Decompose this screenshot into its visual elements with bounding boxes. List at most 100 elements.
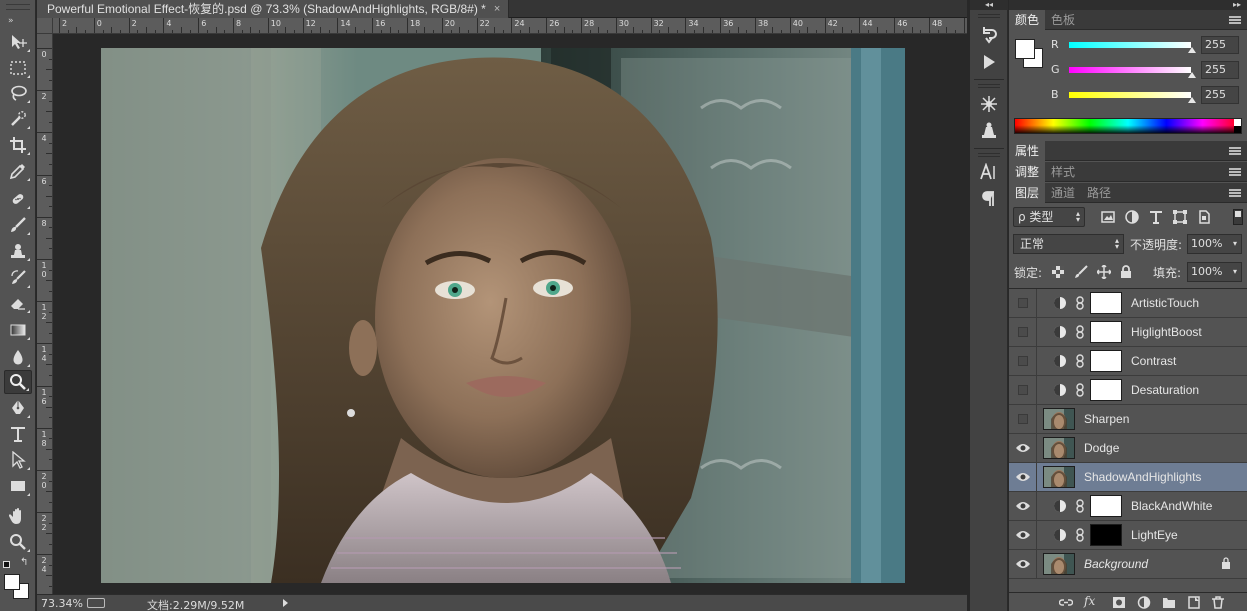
- foreground-color-swatch[interactable]: [4, 574, 20, 590]
- link-layers-icon[interactable]: [1059, 596, 1073, 609]
- hidden-visibility-toggle[interactable]: [1009, 318, 1037, 346]
- lock-all-icon[interactable]: [1119, 265, 1133, 279]
- lock-position-icon[interactable]: [1097, 265, 1111, 279]
- close-tab-icon[interactable]: ×: [494, 0, 500, 18]
- layer-row-shadowandhighlights[interactable]: ShadowAndHighlights: [1009, 463, 1247, 492]
- collapse-panels-icon[interactable]: ▸▸: [1009, 0, 1247, 10]
- paragraph-icon[interactable]: [976, 188, 1002, 210]
- path-selection-tool-icon[interactable]: [4, 448, 32, 472]
- eye-icon[interactable]: [1009, 521, 1037, 549]
- quick-selection-tool-icon[interactable]: [4, 107, 32, 131]
- slider-knob-icon[interactable]: [1188, 47, 1196, 53]
- layer-thumbnail[interactable]: [1043, 466, 1075, 488]
- hidden-visibility-toggle[interactable]: [1009, 405, 1037, 433]
- tab-swatches[interactable]: 色板: [1045, 10, 1081, 30]
- tab-paths[interactable]: 路径: [1081, 183, 1117, 203]
- dodge-tool-icon[interactable]: [4, 370, 32, 394]
- brush-presets-icon[interactable]: [976, 93, 1002, 115]
- clone-stamp-tool-icon[interactable]: [4, 239, 32, 263]
- layer-row-lighteye[interactable]: LightEye: [1009, 521, 1247, 550]
- chevron-down-icon[interactable]: ▾: [1233, 268, 1237, 276]
- lock-icon[interactable]: [1221, 557, 1231, 569]
- canvas-workspace[interactable]: [53, 34, 967, 594]
- properties-panel-menu-icon[interactable]: [1229, 147, 1241, 155]
- layers-panel-menu-icon[interactable]: [1229, 189, 1241, 197]
- character-icon[interactable]: [976, 161, 1002, 183]
- tab-adjustments[interactable]: 调整: [1009, 162, 1046, 182]
- strip-grip[interactable]: [978, 14, 1000, 18]
- layer-filter-toggle[interactable]: [1233, 209, 1243, 225]
- play-actions-icon[interactable]: [976, 51, 1002, 73]
- layer-row-higlightboost[interactable]: HiglightBoost: [1009, 318, 1247, 347]
- color-panel-menu-icon[interactable]: [1229, 16, 1241, 24]
- layer-row-contrast[interactable]: Contrast: [1009, 347, 1247, 376]
- eye-icon[interactable]: [1009, 492, 1037, 520]
- fill-field[interactable]: 100% ▾: [1187, 262, 1242, 282]
- layer-mask-thumbnail[interactable]: [1090, 495, 1122, 517]
- tab-color[interactable]: 颜色: [1009, 10, 1046, 30]
- tab-styles[interactable]: 样式: [1045, 162, 1081, 182]
- slider-knob-icon[interactable]: [1188, 97, 1196, 103]
- rectangle-tool-icon[interactable]: [4, 474, 32, 498]
- link-icon[interactable]: [1075, 383, 1085, 397]
- lasso-tool-icon[interactable]: [4, 81, 32, 105]
- crop-tool-icon[interactable]: [4, 133, 32, 157]
- layer-row-dodge[interactable]: Dodge: [1009, 434, 1247, 463]
- new-layer-icon[interactable]: [1187, 596, 1201, 609]
- tab-layers[interactable]: 图层: [1009, 183, 1046, 203]
- adjustment-layer-icon[interactable]: [1137, 596, 1151, 609]
- move-tool-icon[interactable]: [4, 30, 32, 54]
- layer-kind-filter[interactable]: ρ 类型 ▴ ▾: [1013, 207, 1085, 227]
- horizontal-ruler[interactable]: 2 0 2 4 6 8 10 12 14 16 18 20 22 24 26 28 30 32 34 36 38 40 42…: [53, 18, 967, 34]
- tab-channels[interactable]: 通道: [1045, 183, 1081, 203]
- blend-mode-select[interactable]: 正常 ▴ ▾: [1013, 234, 1124, 254]
- hidden-visibility-toggle[interactable]: [1009, 289, 1037, 317]
- adjustments-panel-menu-icon[interactable]: [1229, 168, 1241, 176]
- new-group-icon[interactable]: [1162, 596, 1176, 609]
- pixel-layer-filter-icon[interactable]: [1101, 210, 1115, 224]
- history-brush-tool-icon[interactable]: [4, 266, 32, 290]
- blur-tool-icon[interactable]: [4, 345, 32, 369]
- collapse-toolbar-icon[interactable]: »: [8, 16, 13, 26]
- opacity-field[interactable]: 100% ▾: [1187, 234, 1242, 254]
- eraser-tool-icon[interactable]: [4, 291, 32, 315]
- strip-grip[interactable]: [978, 153, 1000, 157]
- clone-source-icon[interactable]: [976, 119, 1002, 141]
- link-icon[interactable]: [1075, 499, 1085, 513]
- marquee-tool-icon[interactable]: [4, 56, 32, 80]
- chevron-down-icon[interactable]: ▾: [1233, 240, 1237, 248]
- eyedropper-tool-icon[interactable]: [4, 159, 32, 183]
- eye-icon[interactable]: [1009, 550, 1037, 578]
- channel-slider[interactable]: [1069, 67, 1191, 73]
- smart-object-filter-icon[interactable]: [1197, 210, 1211, 224]
- channel-slider[interactable]: [1069, 92, 1191, 98]
- document-tab[interactable]: Powerful Emotional Effect-恢复的.psd @ 73.3…: [37, 0, 510, 18]
- document-canvas[interactable]: [101, 48, 905, 583]
- pen-tool-icon[interactable]: [4, 396, 32, 420]
- zoom-level-field[interactable]: 73.34%: [41, 597, 83, 610]
- layer-mask-thumbnail[interactable]: [1090, 524, 1122, 546]
- layer-mask-thumbnail[interactable]: [1090, 350, 1122, 372]
- trash-icon[interactable]: [1211, 596, 1225, 609]
- default-colors-icon[interactable]: [3, 561, 10, 568]
- channel-value-field[interactable]: 255: [1201, 61, 1239, 79]
- adjustment-layer-filter-icon[interactable]: [1125, 210, 1139, 224]
- gradient-tool-icon[interactable]: [4, 318, 32, 342]
- strip-grip[interactable]: [978, 84, 1000, 88]
- eye-icon[interactable]: [1009, 463, 1037, 491]
- fx-icon[interactable]: fx: [1084, 594, 1098, 608]
- expand-strip-icon[interactable]: ◂◂: [970, 0, 1008, 10]
- layer-mask-thumbnail[interactable]: [1090, 379, 1122, 401]
- swap-colors-icon[interactable]: ↰: [20, 557, 28, 568]
- channel-value-field[interactable]: 255: [1201, 86, 1239, 104]
- slider-knob-icon[interactable]: [1188, 72, 1196, 78]
- color-spectrum-ramp[interactable]: [1014, 118, 1242, 134]
- layer-mask-thumbnail[interactable]: [1090, 321, 1122, 343]
- type-layer-filter-icon[interactable]: [1149, 210, 1163, 224]
- lock-pixels-brush-icon[interactable]: [1074, 265, 1088, 279]
- healing-brush-tool-icon[interactable]: [4, 187, 32, 211]
- vertical-ruler[interactable]: 024681012141618202224: [37, 34, 53, 594]
- link-icon[interactable]: [1075, 528, 1085, 542]
- zoom-tool-icon[interactable]: [4, 530, 32, 554]
- type-tool-icon[interactable]: [4, 422, 32, 446]
